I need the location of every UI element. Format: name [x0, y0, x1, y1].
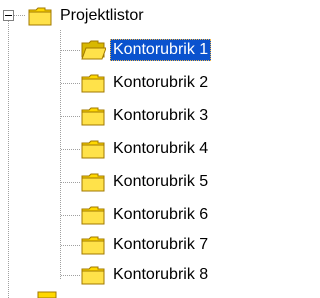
tree-item-kontorubrik-1[interactable]: Kontorubrik 1	[80, 38, 212, 62]
tree-item-kontorubrik-2[interactable]: Kontorubrik 2	[80, 71, 211, 95]
folder-tree[interactable]: Projektlistor Kontorubrik 1 Kontorubrik …	[0, 0, 255, 298]
folder-closed-icon	[81, 206, 105, 225]
tree-item-label: Kontorubrik 7	[113, 236, 209, 253]
tree-root-node[interactable]: Projektlistor	[27, 4, 147, 28]
tree-item-kontorubrik-6[interactable]: Kontorubrik 6	[80, 203, 211, 227]
tree-root-label: Projektlistor	[60, 7, 144, 24]
tree-item-kontorubrik-7[interactable]: Kontorubrik 7	[80, 233, 211, 257]
folder-closed-icon	[81, 236, 105, 255]
folder-open-icon	[81, 40, 106, 60]
tree-item-label: Kontorubrik 1	[110, 39, 212, 61]
folder-closed-icon	[81, 173, 105, 192]
tree-item-kontorubrik-3[interactable]: Kontorubrik 3	[80, 104, 211, 128]
tree-item-label: Kontorubrik 3	[113, 107, 209, 124]
tree-item-label: Kontorubrik 8	[113, 266, 209, 283]
tree-item-label: Kontorubrik 2	[113, 74, 209, 91]
tree-item-label: Kontorubrik 5	[113, 173, 209, 190]
folder-closed-icon	[81, 140, 105, 159]
tree-item-kontorubrik-5[interactable]: Kontorubrik 5	[80, 170, 211, 194]
collapse-toggle-icon[interactable]	[3, 10, 14, 21]
tree-item-kontorubrik-4[interactable]: Kontorubrik 4	[80, 137, 211, 161]
folder-closed-icon	[81, 107, 105, 126]
folder-closed-icon	[28, 7, 52, 26]
next-folder-peek-icon	[37, 291, 57, 298]
folder-closed-icon	[81, 74, 105, 93]
tree-item-label: Kontorubrik 4	[113, 140, 209, 157]
folder-closed-icon	[81, 266, 105, 285]
tree-item-kontorubrik-8[interactable]: Kontorubrik 8	[80, 263, 211, 287]
tree-item-label: Kontorubrik 6	[113, 206, 209, 223]
